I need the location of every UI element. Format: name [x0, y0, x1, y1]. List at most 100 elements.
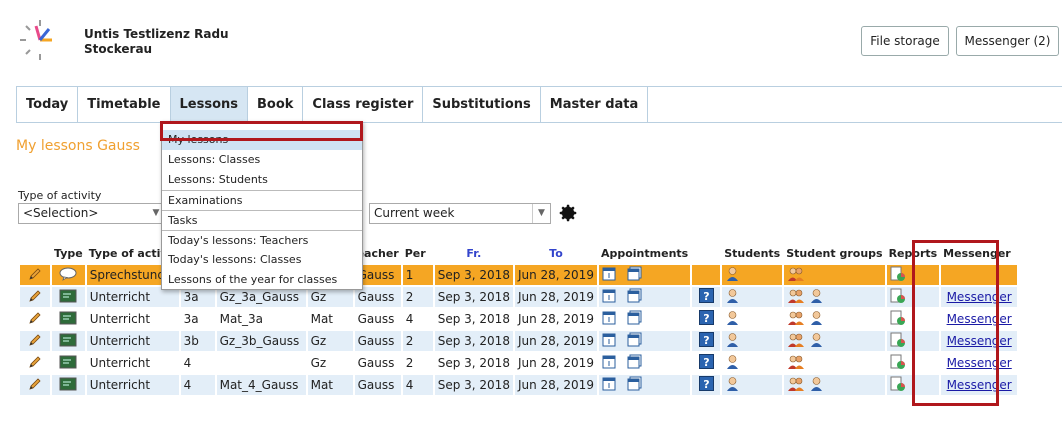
calendar-icon[interactable]	[602, 332, 616, 350]
student-group-icon[interactable]	[787, 310, 805, 329]
col-student-groups[interactable]: Student groups	[784, 243, 884, 263]
highlight-box-my-lessons	[160, 121, 363, 141]
menu-item-examinations[interactable]: Examinations	[162, 190, 362, 210]
col-to[interactable]: To	[515, 243, 597, 263]
type-of-activity-value: <Selection>	[23, 206, 99, 220]
calendar-series-icon[interactable]	[627, 376, 642, 394]
cell-per: 4	[402, 309, 433, 329]
student-group-icon[interactable]	[787, 288, 805, 307]
nav-book[interactable]: Book	[248, 87, 304, 122]
student-group-icon[interactable]	[787, 266, 805, 285]
cell-to: Jun 28, 2019	[514, 265, 597, 285]
calendar-icon[interactable]	[602, 288, 616, 306]
report-icon[interactable]	[890, 288, 906, 307]
pencil-icon[interactable]	[27, 310, 43, 329]
col-type[interactable]: Type	[52, 243, 85, 263]
cell-per: 2	[402, 331, 433, 351]
student-icon[interactable]	[809, 332, 824, 351]
calendar-icon[interactable]	[602, 376, 616, 394]
menu-item-lessons-students[interactable]: Lessons: Students	[162, 170, 362, 190]
menu-item-lessons-classes[interactable]: Lessons: Classes	[162, 150, 362, 170]
calendar-series-icon[interactable]	[627, 266, 642, 284]
pencil-icon[interactable]	[27, 354, 43, 373]
school-name: Untis Testlizenz Radu Stockerau	[84, 27, 229, 57]
col-from[interactable]: Fr.	[435, 243, 513, 263]
student-icon[interactable]	[809, 288, 824, 307]
pencil-icon[interactable]	[27, 376, 43, 395]
pencil-icon[interactable]	[27, 332, 43, 351]
period-select[interactable]: Current week ▼	[369, 203, 551, 224]
nav-today[interactable]: Today	[16, 87, 79, 122]
cell-subject: Gz	[307, 287, 353, 307]
calendar-icon[interactable]	[602, 354, 616, 372]
table-row[interactable]: Unterricht 3a Gz_3a_Gauss Gz Gauss 2 Sep 3, 20…	[20, 287, 1018, 307]
school-name-line2: Stockerau	[84, 42, 153, 56]
cell-activity: Unterricht	[86, 331, 179, 351]
calendar-icon[interactable]	[602, 310, 616, 328]
report-icon[interactable]	[890, 376, 906, 395]
period-value: Current week	[374, 206, 455, 220]
cell-to: Jun 28, 2019	[514, 353, 597, 373]
student-icon[interactable]	[725, 354, 740, 373]
cell-from: Sep 3, 2018	[434, 265, 513, 285]
highlight-box-messenger-column	[912, 240, 999, 406]
cell-activity: Unterricht	[86, 309, 179, 329]
nav-class-register[interactable]: Class register	[303, 87, 424, 122]
untis-logo-icon	[20, 20, 52, 60]
menu-item-todays-lessons-classes[interactable]: Today's lessons: Classes	[162, 250, 362, 270]
calendar-series-icon[interactable]	[627, 332, 642, 350]
col-students[interactable]: Students	[722, 243, 782, 263]
help-icon[interactable]: ?	[698, 376, 714, 394]
cell-teacher: Gauss	[354, 309, 401, 329]
calendar-series-icon[interactable]	[627, 354, 642, 372]
cell-per: 1	[402, 265, 433, 285]
student-icon[interactable]	[725, 310, 740, 329]
student-group-icon[interactable]	[787, 332, 805, 351]
nav-lessons[interactable]: Lessons	[170, 87, 248, 122]
help-icon[interactable]: ?	[698, 310, 714, 328]
student-icon[interactable]	[725, 288, 740, 307]
help-icon[interactable]: ?	[698, 354, 714, 372]
report-icon[interactable]	[890, 310, 906, 329]
table-row[interactable]: Unterricht 3b Gz_3b_Gauss Gz Gauss 2 Sep 3, 20…	[20, 331, 1018, 351]
nav-timetable[interactable]: Timetable	[78, 87, 171, 122]
calendar-series-icon[interactable]	[627, 310, 642, 328]
student-icon[interactable]	[725, 332, 740, 351]
cell-lesson: Mat_3a	[216, 309, 306, 329]
type-of-activity-select[interactable]: <Selection> ▼	[18, 203, 166, 224]
table-row[interactable]: Unterricht 3a Mat_3a Mat Gauss 4 Sep 3, 2018 Ju…	[20, 309, 1018, 329]
col-per[interactable]: Per	[403, 243, 433, 263]
nav-master-data[interactable]: Master data	[541, 87, 649, 122]
table-row[interactable]: Unterricht 4 Mat_4_Gauss Mat Gauss 4 Sep 3, 20…	[20, 375, 1018, 395]
help-icon[interactable]: ?	[698, 288, 714, 306]
student-group-icon[interactable]	[787, 376, 805, 395]
pencil-icon[interactable]	[27, 288, 43, 307]
nav-substitutions[interactable]: Substitutions	[423, 87, 541, 122]
file-storage-button[interactable]: File storage	[861, 26, 949, 56]
messenger-button[interactable]: Messenger (2)	[956, 26, 1059, 56]
menu-item-tasks[interactable]: Tasks	[162, 210, 362, 230]
cell-subject: Gz	[307, 353, 353, 373]
col-appointments[interactable]: Appointments	[599, 243, 690, 263]
student-group-icon[interactable]	[787, 354, 805, 373]
calendar-icon[interactable]	[602, 266, 616, 284]
student-icon[interactable]	[809, 310, 824, 329]
cell-activity: Unterricht	[86, 353, 179, 373]
report-icon[interactable]	[890, 354, 906, 373]
menu-item-todays-lessons-teachers[interactable]: Today's lessons: Teachers	[162, 230, 362, 250]
cell-to: Jun 28, 2019	[514, 331, 597, 351]
student-icon[interactable]	[809, 376, 824, 395]
svg-text:?: ?	[703, 378, 709, 391]
gear-icon[interactable]	[557, 202, 579, 224]
help-icon[interactable]: ?	[698, 332, 714, 350]
table-row[interactable]: Unterricht 4 Gz Gauss 2 Sep 3, 2018 Jun 28, 20…	[20, 353, 1018, 373]
report-icon[interactable]	[890, 266, 906, 285]
school-name-line1: Untis Testlizenz Radu	[84, 27, 229, 41]
student-icon[interactable]	[725, 376, 740, 395]
menu-item-lessons-of-the-year[interactable]: Lessons of the year for classes	[162, 270, 362, 290]
report-icon[interactable]	[890, 332, 906, 351]
student-icon[interactable]	[725, 266, 740, 285]
pencil-icon[interactable]	[27, 266, 43, 285]
cell-per: 2	[402, 287, 433, 307]
calendar-series-icon[interactable]	[627, 288, 642, 306]
